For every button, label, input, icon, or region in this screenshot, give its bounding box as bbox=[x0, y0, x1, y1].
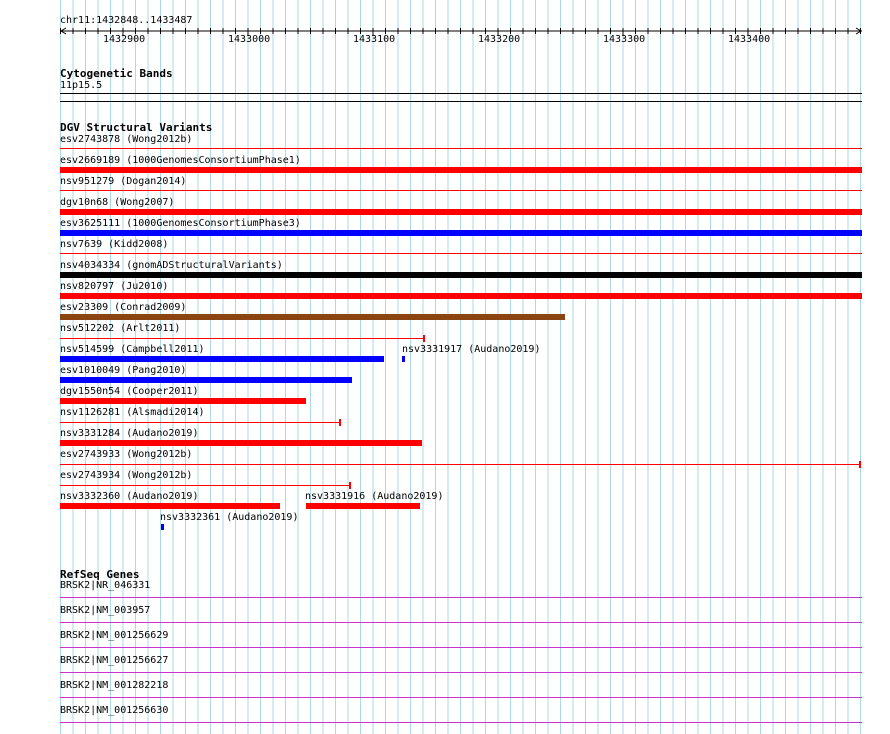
cytoband-label: 11p15.5 bbox=[60, 80, 103, 91]
variant-label[interactable]: nsv512202 (Arlt2011) bbox=[60, 323, 180, 335]
ruler-tick-label: 1433400 bbox=[728, 34, 771, 45]
ruler-tick-label: 1433100 bbox=[353, 34, 396, 45]
variant-line[interactable] bbox=[60, 422, 340, 423]
variant-label[interactable]: nsv7639 (Kidd2008) bbox=[60, 239, 168, 251]
gene-line[interactable] bbox=[60, 622, 862, 623]
variant-bar[interactable] bbox=[60, 272, 862, 278]
cytoband-top-line bbox=[60, 93, 862, 94]
gene-label[interactable]: BRSK2|NM_003957 bbox=[60, 605, 150, 617]
ruler-tick-label: 1433200 bbox=[478, 34, 521, 45]
variant-label[interactable]: nsv3331917 (Audano2019) bbox=[402, 344, 540, 356]
variant-label[interactable]: esv2669189 (1000GenomesConsortiumPhase1) bbox=[60, 155, 301, 167]
variant-label[interactable]: esv2743934 (Wong2012b) bbox=[60, 470, 192, 482]
ruler-tick-label: 1433000 bbox=[228, 34, 271, 45]
gene-line[interactable] bbox=[60, 697, 862, 698]
variant-label[interactable]: nsv514599 (Campbell2011) bbox=[60, 344, 205, 356]
ruler-axis bbox=[60, 27, 862, 36]
variant-line[interactable] bbox=[60, 148, 862, 149]
variant-bar[interactable] bbox=[60, 503, 280, 509]
variant-label[interactable]: dgv1550n54 (Cooper2011) bbox=[60, 386, 198, 398]
variant-bar[interactable] bbox=[60, 356, 384, 362]
variant-line[interactable] bbox=[60, 485, 350, 486]
variant-label[interactable]: nsv3332361 (Audano2019) bbox=[160, 512, 298, 524]
ruler-tick-label: 1432900 bbox=[103, 34, 146, 45]
variant-mark[interactable] bbox=[402, 356, 405, 362]
variant-bar[interactable] bbox=[60, 440, 422, 446]
variant-label[interactable]: esv1010049 (Pang2010) bbox=[60, 365, 186, 377]
variant-end-cap bbox=[349, 482, 351, 489]
variant-bar[interactable] bbox=[60, 377, 352, 383]
gene-line[interactable] bbox=[60, 597, 862, 598]
variant-label[interactable]: esv2743878 (Wong2012b) bbox=[60, 134, 192, 146]
gene-label[interactable]: BRSK2|NM_001282218 bbox=[60, 680, 168, 692]
ruler-tick-label: 1433300 bbox=[603, 34, 646, 45]
variant-label[interactable]: dgv10n68 (Wong2007) bbox=[60, 197, 174, 209]
variant-line[interactable] bbox=[60, 464, 860, 465]
variant-bar[interactable] bbox=[60, 398, 306, 404]
gene-label[interactable]: BRSK2|NR_046331 bbox=[60, 580, 150, 592]
variant-label[interactable]: nsv3331284 (Audano2019) bbox=[60, 428, 198, 440]
variant-label[interactable]: nsv3331916 (Audano2019) bbox=[305, 491, 443, 503]
variant-label[interactable]: nsv4034334 (gnomADStructuralVariants) bbox=[60, 260, 283, 272]
variant-mark[interactable] bbox=[161, 524, 164, 530]
variant-label[interactable]: esv2743933 (Wong2012b) bbox=[60, 449, 192, 461]
variant-label[interactable]: nsv3332360 (Audano2019) bbox=[60, 491, 198, 503]
gene-label[interactable]: BRSK2|NM_001256630 bbox=[60, 705, 168, 717]
gene-label[interactable]: BRSK2|NM_001256629 bbox=[60, 630, 168, 642]
variant-bar[interactable] bbox=[60, 209, 862, 215]
gene-label[interactable]: BRSK2|NM_001256627 bbox=[60, 655, 168, 667]
dgv-track-title[interactable]: DGV Structural Variants bbox=[60, 121, 212, 134]
variant-label[interactable]: esv23309 (Conrad2009) bbox=[60, 302, 186, 314]
variant-end-cap bbox=[339, 419, 341, 426]
variant-line[interactable] bbox=[60, 190, 862, 191]
variant-bar[interactable] bbox=[60, 314, 565, 320]
variant-bar[interactable] bbox=[60, 167, 862, 173]
variant-line[interactable] bbox=[60, 338, 424, 339]
variant-label[interactable]: nsv820797 (Ju2010) bbox=[60, 281, 168, 293]
variant-label[interactable]: nsv951279 (Dogan2014) bbox=[60, 176, 186, 188]
variant-bar[interactable] bbox=[306, 503, 420, 509]
variant-end-cap bbox=[423, 335, 425, 342]
gene-line[interactable] bbox=[60, 722, 862, 723]
variant-bar[interactable] bbox=[60, 230, 862, 236]
gene-line[interactable] bbox=[60, 672, 862, 673]
variant-bar[interactable] bbox=[60, 293, 862, 299]
variant-end-cap bbox=[859, 461, 861, 468]
variant-line[interactable] bbox=[60, 253, 862, 254]
variant-label[interactable]: nsv1126281 (Alsmadi2014) bbox=[60, 407, 205, 419]
cytobands-track-title[interactable]: Cytogenetic Bands bbox=[60, 67, 173, 80]
gene-line[interactable] bbox=[60, 647, 862, 648]
cytoband-bottom-line bbox=[60, 101, 862, 102]
variant-label[interactable]: esv3625111 (1000GenomesConsortiumPhase3) bbox=[60, 218, 301, 230]
